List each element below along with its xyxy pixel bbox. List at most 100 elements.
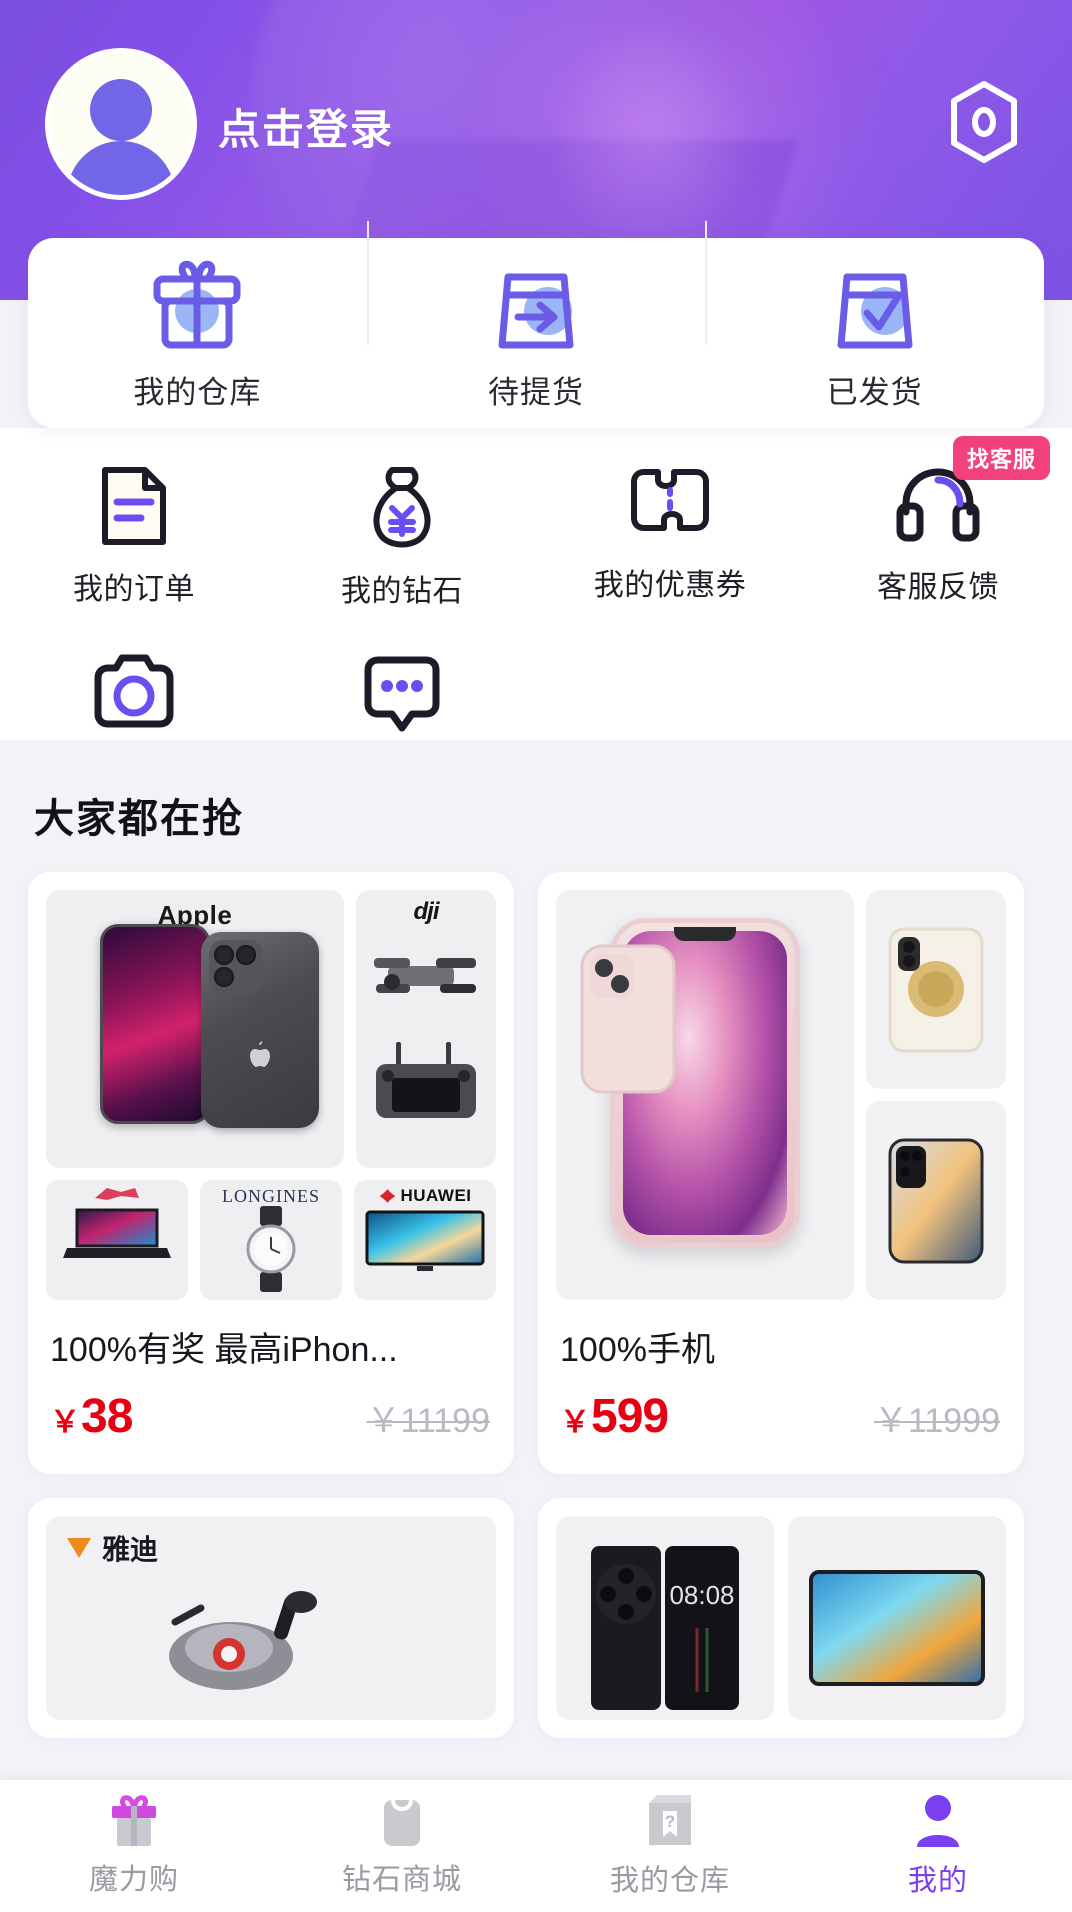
- avatar-body-shape: [67, 141, 175, 195]
- nav-item-profile[interactable]: 我的: [804, 1793, 1072, 1899]
- product-image-yadea: 雅迪: [46, 1516, 496, 1720]
- tv-image: [365, 1210, 485, 1271]
- watch-image: [246, 1206, 296, 1292]
- warehouse-item-pending-pickup[interactable]: 待提货: [366, 220, 706, 412]
- nav-item-label: 钻石商城: [341, 1864, 462, 1896]
- box-arrow-in-icon: [498, 273, 574, 348]
- currency-symbol: ￥: [50, 1406, 80, 1439]
- product-image-gold-phone: [866, 890, 1006, 1089]
- menu-item-my-coupons[interactable]: 我的优惠券: [536, 452, 804, 610]
- brand-text-huawei: HUAWEI: [400, 1186, 472, 1205]
- avatar[interactable]: [45, 48, 197, 200]
- price-value: 38: [81, 1390, 133, 1443]
- product-card[interactable]: 100%手机 ￥599 ￥11999: [538, 872, 1024, 1474]
- svg-text:?: ?: [665, 1812, 675, 1831]
- document-lines-icon: [102, 467, 166, 545]
- nav-item-magic-shop[interactable]: 魔力购: [0, 1794, 268, 1898]
- product-grid: Apple dji LONGINES HUAWEI 100%有奖 最高iPhon…: [0, 872, 1072, 1738]
- gold-phone-image: [888, 927, 984, 1052]
- product-image-collage: 08:08: [556, 1516, 1006, 1720]
- product-image-collage: Apple dji LONGINES HUAWEI: [46, 890, 496, 1300]
- product-price-original: ￥11999: [873, 1402, 1000, 1440]
- box-check-icon: [837, 273, 913, 348]
- menu-item-label: 客服反馈: [877, 571, 999, 604]
- warehouse-item-label: 已发货: [826, 374, 923, 410]
- drone-image: [374, 958, 476, 993]
- brand-logo-rog: [95, 1188, 139, 1200]
- huawei-logo-icon: [379, 1189, 396, 1203]
- header-decoration-blob: [560, 30, 760, 260]
- menu-grid-panel: 我的订单 我的钻石 我的优惠券 找客服 客服反馈: [0, 428, 1072, 792]
- product-card[interactable]: Apple dji LONGINES HUAWEI 100%有奖 最高iPhon…: [28, 872, 514, 1474]
- products-section: 大家都在抢 Apple dji LONGINES HUAWEI 100%有奖 最…: [0, 740, 1072, 1780]
- menu-item-label: 我的钻石: [341, 575, 463, 608]
- product-image-dark-phone: [866, 1101, 1006, 1300]
- nav-item-label: 我的: [907, 1865, 968, 1897]
- brand-label-yadea: 雅迪: [64, 1528, 158, 1568]
- iphone-back-image: [200, 932, 319, 1128]
- menu-item-my-orders[interactable]: 我的订单: [0, 452, 268, 610]
- shopping-bag-icon: [384, 1799, 420, 1846]
- product-image-rog-laptop: [46, 1180, 188, 1300]
- menu-row-1: 我的订单 我的钻石 我的优惠券 找客服 客服反馈: [0, 436, 1072, 610]
- camera-module-shape: [208, 940, 263, 994]
- warehouse-card: 我的仓库 待提货 已发货: [28, 220, 1044, 428]
- product-image-collage: [556, 890, 1006, 1300]
- product-card[interactable]: 08:08: [538, 1498, 1024, 1738]
- price-value: 599: [591, 1390, 669, 1443]
- person-icon: [917, 1795, 959, 1847]
- nav-item-diamond-mall[interactable]: 钻石商城: [268, 1794, 536, 1898]
- money-bag-yen-icon: [373, 467, 431, 548]
- svg-text:08:08: 08:08: [669, 1580, 734, 1610]
- apple-logo-icon: [249, 1040, 270, 1067]
- product-image-tablet: [788, 1516, 1006, 1720]
- warehouse-item-shipped[interactable]: 已发货: [705, 220, 1044, 412]
- product-image-dji: dji: [356, 890, 496, 1168]
- product-price-row: ￥38 ￥11199: [46, 1389, 496, 1456]
- login-button[interactable]: 点击登录: [218, 96, 394, 157]
- yadea-logo-icon: [67, 1538, 91, 1558]
- nav-item-label: 我的仓库: [609, 1865, 730, 1897]
- product-image-apple: Apple: [46, 890, 344, 1168]
- gift-icon: [112, 1795, 156, 1846]
- brand-text-yadea: 雅迪: [102, 1534, 159, 1565]
- status-badge: 找客服: [952, 436, 1050, 480]
- product-title: 100%手机: [560, 1331, 715, 1369]
- product-price-row: ￥599 ￥11999: [556, 1389, 1006, 1456]
- chat-bubble-dots-icon: [364, 656, 440, 732]
- brand-label-huawei: HUAWEI: [379, 1186, 472, 1206]
- settings-button[interactable]: [944, 78, 1024, 166]
- hexagon-settings-icon: [951, 81, 1017, 163]
- product-title: 100%有奖 最高iPhon...: [50, 1331, 398, 1369]
- product-card[interactable]: 雅迪: [28, 1498, 514, 1738]
- iphone-front-image: [99, 924, 210, 1124]
- pink-iphone-back-image: [580, 944, 676, 1094]
- menu-item-customer-service[interactable]: 找客服 客服反馈: [804, 436, 1072, 610]
- nav-item-label: 魔力购: [88, 1864, 179, 1896]
- dark-phone-image: [888, 1138, 984, 1263]
- mate-phone-image: 08:08: [591, 1546, 739, 1710]
- brand-label-dji: dji: [413, 898, 440, 925]
- currency-symbol: ￥: [560, 1406, 590, 1439]
- product-image-longines-watch: LONGINES: [200, 1180, 342, 1300]
- product-side-images: [866, 890, 1006, 1300]
- scooter-image: [169, 1591, 317, 1690]
- warehouse-item-label: 我的仓库: [133, 374, 262, 410]
- avatar-head-shape: [90, 79, 152, 141]
- nav-item-my-warehouse[interactable]: ? 我的仓库: [536, 1793, 804, 1899]
- product-image-mate-phone: 08:08: [556, 1516, 774, 1720]
- mystery-box-icon: ?: [649, 1795, 691, 1845]
- menu-item-label: 我的订单: [73, 573, 195, 606]
- warehouse-item-label: 待提货: [488, 374, 584, 410]
- product-image-pink-iphone: [556, 890, 854, 1300]
- warehouse-item-my-warehouse[interactable]: 我的仓库: [28, 255, 367, 412]
- product-price-original: ￥11199: [366, 1402, 491, 1440]
- laptop-image: [63, 1208, 171, 1258]
- bottom-navigation: 魔力购 钻石商城 ? 我的仓库 我的: [0, 1780, 1072, 1912]
- menu-item-my-diamonds[interactable]: 我的钻石: [268, 452, 536, 610]
- phone-notch-shape: [674, 927, 736, 941]
- brand-label-longines: LONGINES: [222, 1186, 320, 1206]
- drone-controller-image: [376, 1042, 476, 1118]
- tablet-image: [809, 1570, 985, 1686]
- product-image-huawei-tv: HUAWEI: [354, 1180, 496, 1300]
